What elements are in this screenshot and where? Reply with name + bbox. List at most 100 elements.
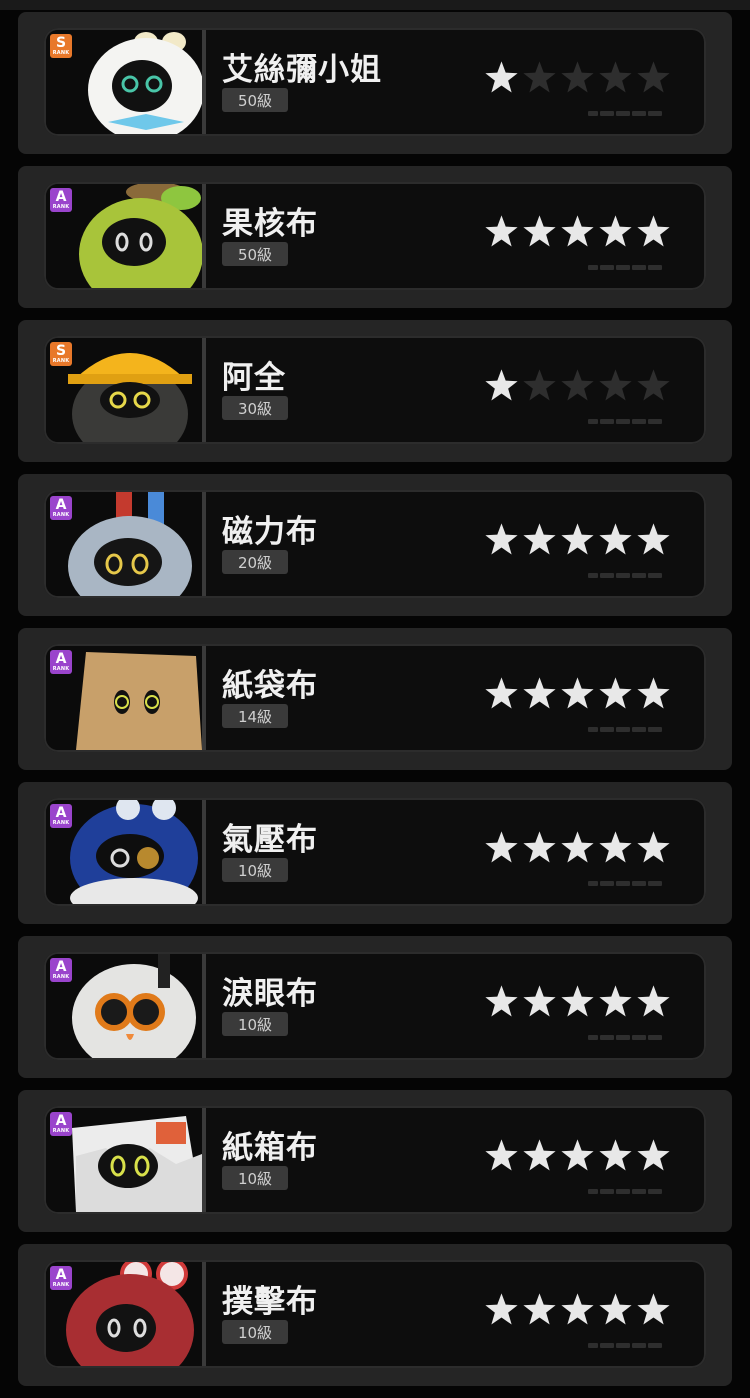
character-card[interactable]: S RANK 艾絲彌小姐 50級: [18, 12, 732, 154]
star-filled-icon: [598, 214, 633, 249]
star-filled-icon: [598, 1292, 633, 1327]
star-filled-icon: [522, 984, 557, 1019]
rank-letter: A: [55, 189, 67, 205]
star-filled-icon: [484, 522, 519, 557]
rank-sub-label: RANK: [52, 820, 70, 826]
character-name: 撲擊布: [222, 1284, 318, 1320]
character-name: 阿全: [222, 360, 286, 396]
character-portrait: A RANK: [46, 1108, 206, 1212]
star-filled-icon: [598, 676, 633, 711]
signature-mark: [588, 418, 666, 425]
star-filled-icon: [484, 214, 519, 249]
star-rating: [484, 1292, 671, 1327]
rank-badge: A RANK: [50, 496, 72, 520]
rank-letter: A: [55, 1267, 67, 1283]
rank-sub-label: RANK: [52, 1128, 70, 1134]
character-card[interactable]: A RANK 撲擊布 10級: [18, 1244, 732, 1386]
star-empty-icon: [522, 60, 557, 95]
rank-sub-label: RANK: [52, 512, 70, 518]
star-filled-icon: [484, 676, 519, 711]
star-rating: [484, 214, 671, 249]
signature-mark: [588, 264, 666, 271]
rank-letter: A: [55, 1113, 67, 1129]
star-empty-icon: [598, 60, 633, 95]
star-filled-icon: [484, 60, 519, 95]
star-filled-icon: [636, 984, 671, 1019]
star-filled-icon: [522, 1138, 557, 1173]
star-filled-icon: [484, 984, 519, 1019]
star-empty-icon: [636, 60, 671, 95]
rank-badge: A RANK: [50, 958, 72, 982]
signature-mark: [588, 880, 666, 887]
star-rating: [484, 676, 671, 711]
rank-sub-label: RANK: [52, 204, 70, 210]
character-portrait: A RANK: [46, 954, 206, 1058]
star-filled-icon: [636, 1138, 671, 1173]
star-filled-icon: [560, 676, 595, 711]
star-filled-icon: [636, 830, 671, 865]
level-badge: 20級: [222, 550, 288, 574]
star-filled-icon: [484, 368, 519, 403]
star-rating: [484, 984, 671, 1019]
character-portrait: A RANK: [46, 184, 206, 288]
star-filled-icon: [598, 1138, 633, 1173]
star-filled-icon: [560, 1138, 595, 1173]
character-portrait: A RANK: [46, 800, 206, 904]
character-portrait: A RANK: [46, 646, 206, 750]
star-filled-icon: [598, 522, 633, 557]
star-filled-icon: [522, 1292, 557, 1327]
star-filled-icon: [560, 214, 595, 249]
rank-sub-label: RANK: [52, 666, 70, 672]
star-filled-icon: [522, 214, 557, 249]
character-card[interactable]: A RANK 紙箱布 10級: [18, 1090, 732, 1232]
level-badge: 50級: [222, 88, 288, 112]
level-badge: 10級: [222, 1012, 288, 1036]
character-name: 果核布: [222, 206, 318, 242]
star-empty-icon: [522, 368, 557, 403]
character-card[interactable]: A RANK 紙袋布 14級: [18, 628, 732, 770]
character-name: 磁力布: [222, 514, 318, 550]
star-rating: [484, 60, 671, 95]
star-filled-icon: [522, 830, 557, 865]
level-badge: 30級: [222, 396, 288, 420]
character-card[interactable]: A RANK 淚眼布 10級: [18, 936, 732, 1078]
star-empty-icon: [560, 368, 595, 403]
level-badge: 50級: [222, 242, 288, 266]
star-rating: [484, 1138, 671, 1173]
character-card[interactable]: S RANK 阿全 30級: [18, 320, 732, 462]
star-empty-icon: [560, 60, 595, 95]
rank-badge: A RANK: [50, 1112, 72, 1136]
star-filled-icon: [598, 830, 633, 865]
star-filled-icon: [636, 1292, 671, 1327]
rank-letter: A: [55, 497, 67, 513]
signature-mark: [588, 726, 666, 733]
star-filled-icon: [522, 676, 557, 711]
signature-mark: [588, 110, 666, 117]
character-card[interactable]: A RANK 氣壓布 10級: [18, 782, 732, 924]
rank-letter: A: [55, 805, 67, 821]
star-rating: [484, 368, 671, 403]
character-card[interactable]: A RANK 磁力布 20級: [18, 474, 732, 616]
star-filled-icon: [484, 1138, 519, 1173]
rank-badge: A RANK: [50, 1266, 72, 1290]
star-empty-icon: [598, 368, 633, 403]
character-name: 紙箱布: [222, 1130, 318, 1166]
character-list: S RANK 艾絲彌小姐 50級 A RANK 果核布 50級 S RANK 阿全 3…: [18, 12, 732, 1398]
signature-mark: [588, 572, 666, 579]
rank-letter: A: [55, 959, 67, 975]
character-portrait: S RANK: [46, 338, 206, 442]
rank-badge: S RANK: [50, 34, 72, 58]
star-rating: [484, 522, 671, 557]
level-badge: 10級: [222, 1166, 288, 1190]
star-filled-icon: [560, 1292, 595, 1327]
rank-letter: S: [55, 35, 67, 51]
character-card[interactable]: A RANK 果核布 50級: [18, 166, 732, 308]
star-filled-icon: [560, 984, 595, 1019]
rank-letter: S: [55, 343, 67, 359]
character-portrait: A RANK: [46, 1262, 206, 1366]
star-filled-icon: [636, 676, 671, 711]
character-name: 氣壓布: [222, 822, 318, 858]
star-filled-icon: [560, 830, 595, 865]
rank-badge: A RANK: [50, 188, 72, 212]
signature-mark: [588, 1034, 666, 1041]
